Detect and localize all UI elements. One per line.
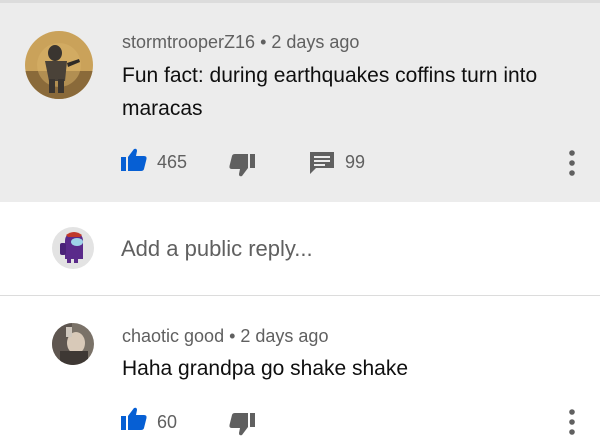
section-divider xyxy=(0,295,600,296)
reply-meta: chaotic good • 2 days ago xyxy=(122,326,328,347)
reply-text: Haha grandpa go shake shake xyxy=(122,357,409,380)
like-count: 465 xyxy=(157,152,188,172)
thumbs-down-icon[interactable] xyxy=(229,153,255,177)
reply-input[interactable]: Add a public reply... xyxy=(121,236,313,262)
avatar xyxy=(52,227,94,269)
avatar[interactable] xyxy=(52,323,94,365)
reply-count: 99 xyxy=(345,152,366,172)
thumbs-down-icon[interactable] xyxy=(229,412,255,436)
comment-text: Fun fact: during earthquakes coffins tur… xyxy=(122,64,538,120)
more-vertical-icon[interactable] xyxy=(568,409,576,435)
comment-meta: stormtrooperZ16 • 2 days ago xyxy=(122,32,359,53)
reply-like-count: 60 xyxy=(157,412,178,432)
reply-time: 2 days ago xyxy=(240,326,329,346)
comment-icon[interactable] xyxy=(309,151,335,175)
avatar-image xyxy=(25,31,93,99)
meta-separator: • xyxy=(229,326,236,346)
reply-author[interactable]: chaotic good xyxy=(122,326,224,346)
comment-time: 2 days ago xyxy=(271,32,360,52)
comment-author[interactable]: stormtrooperZ16 xyxy=(122,32,255,52)
thumbs-up-icon[interactable] xyxy=(121,148,147,172)
more-vertical-icon[interactable] xyxy=(568,150,576,176)
meta-separator: • xyxy=(260,32,267,52)
avatar-image xyxy=(52,323,94,365)
thumbs-up-icon[interactable] xyxy=(121,407,147,431)
avatar[interactable] xyxy=(25,31,93,99)
avatar-image xyxy=(52,227,94,269)
